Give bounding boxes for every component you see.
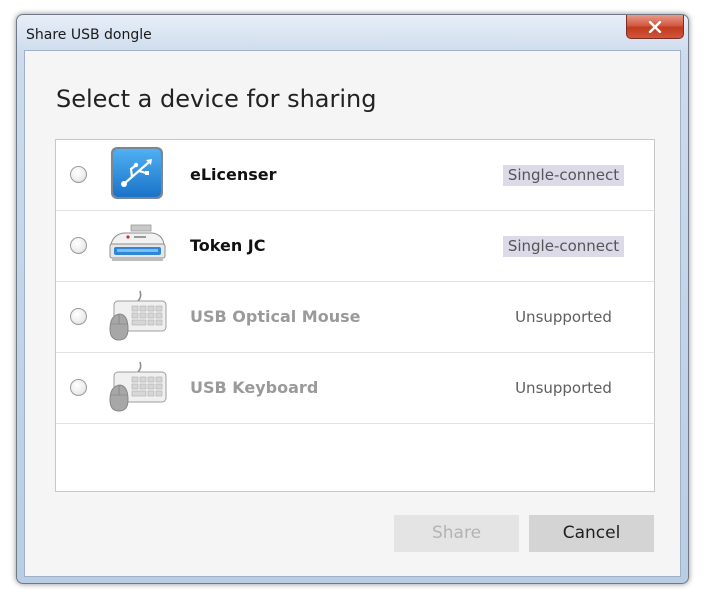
device-row-usb-optical-mouse: USB Optical Mouse Unsupported [56, 282, 654, 353]
title-bar[interactable]: Share USB dongle [17, 15, 688, 51]
device-row-elicenser[interactable]: eLicenser Single-connect [56, 140, 654, 211]
device-status-badge: Single-connect [503, 236, 624, 257]
device-list: eLicenser Single-connect Token JC Single… [55, 139, 655, 492]
close-icon [648, 20, 662, 33]
device-radio[interactable] [70, 166, 87, 183]
device-name: USB Keyboard [190, 378, 319, 397]
device-radio[interactable] [70, 379, 87, 396]
device-row-usb-keyboard: USB Keyboard Unsupported [56, 353, 654, 424]
device-radio[interactable] [70, 237, 87, 254]
dialog-content: Select a device for sharing eLicenser Si… [24, 50, 681, 577]
device-status-badge: Single-connect [503, 165, 624, 186]
share-button[interactable]: Share [394, 515, 519, 552]
device-row-token-jc[interactable]: Token JC Single-connect [56, 211, 654, 282]
keyboard-mouse-icon [106, 287, 168, 347]
close-button[interactable] [626, 15, 684, 39]
dialog-window: Share USB dongle Select a device for sha… [16, 14, 689, 584]
device-status: Unsupported [515, 308, 612, 326]
window-title: Share USB dongle [26, 27, 152, 43]
device-radio[interactable] [70, 308, 87, 325]
usb-icon [106, 145, 168, 205]
dialog-heading: Select a device for sharing [56, 85, 377, 113]
device-name: Token JC [190, 236, 266, 255]
cancel-button[interactable]: Cancel [529, 515, 654, 552]
device-name: eLicenser [190, 165, 277, 184]
keyboard-mouse-icon [106, 358, 168, 418]
device-status: Unsupported [515, 379, 612, 397]
device-name: USB Optical Mouse [190, 307, 361, 326]
card-reader-icon [106, 216, 168, 276]
